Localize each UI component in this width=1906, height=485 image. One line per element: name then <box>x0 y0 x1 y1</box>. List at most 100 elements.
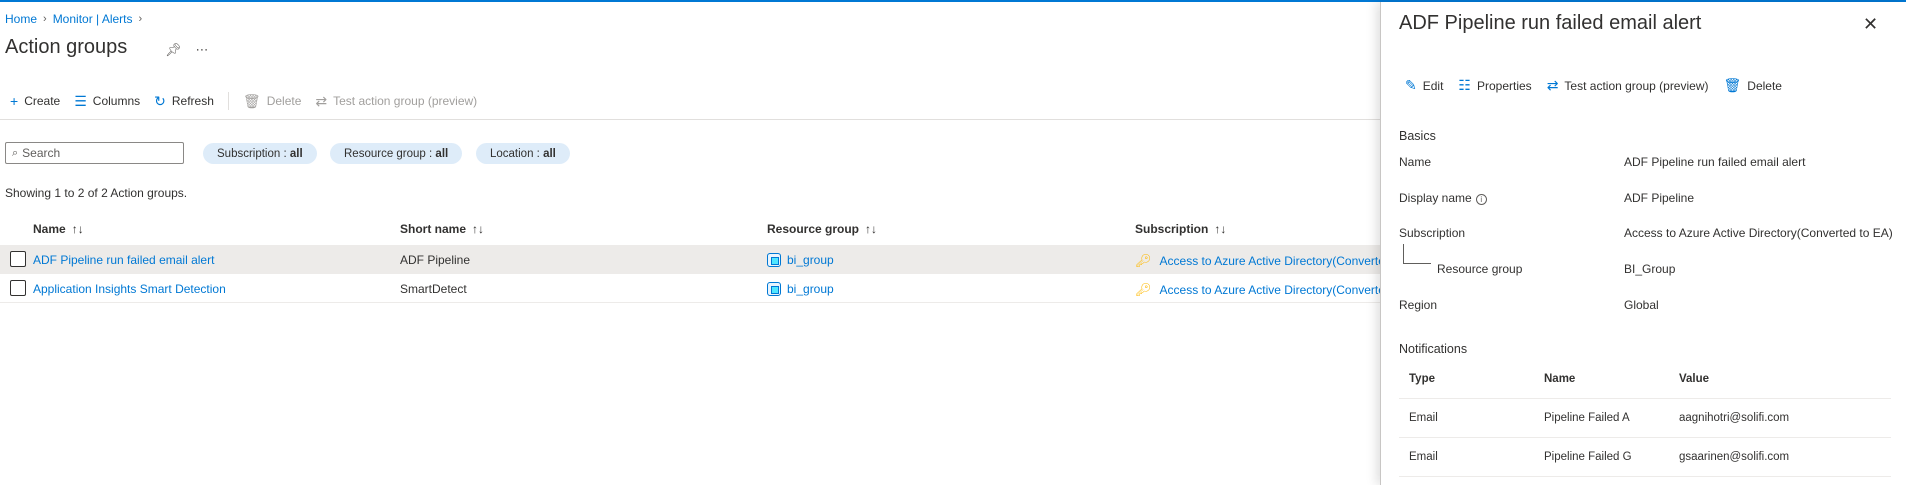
resource-group-icon <box>767 282 781 296</box>
action-groups-blade: Home › Monitor | Alerts › Action groups … <box>0 2 1392 485</box>
notification-name: Pipeline Failed G <box>1544 451 1632 463</box>
notification-name: Pipeline Failed A <box>1544 412 1630 424</box>
toolbar-separator <box>0 119 1380 120</box>
location-filter-label: Location : <box>490 147 540 160</box>
resource-group-label: Resource group <box>1437 262 1523 276</box>
columns-button[interactable]: ☰ Columns <box>74 93 140 110</box>
column-subscription-label: Subscription <box>1135 222 1209 236</box>
name-column-header: Name <box>1544 373 1576 385</box>
action-group-details-panel: ADF Pipeline run failed email alert ✕ ✎ … <box>1380 2 1906 485</box>
subscription-value: Access to Azure Active Directory(Convert… <box>1624 226 1893 240</box>
sort-icon: ↑↓ <box>865 222 878 236</box>
search-box: ⌕ <box>5 142 184 164</box>
notifications-header-row: Type Name Value <box>1399 360 1891 399</box>
delete-button[interactable]: 🗑︎ Delete <box>1724 77 1782 94</box>
panel-command-bar: ✎ Edit ☷ Properties ⇄ Test action group … <box>1405 77 1797 94</box>
column-header-subscription[interactable]: Subscription ↑↓ <box>1135 222 1226 236</box>
create-label: Create <box>24 94 61 108</box>
column-header-name[interactable]: Name ↑↓ <box>33 222 84 236</box>
delete-label: Delete <box>1747 78 1782 93</box>
command-bar: + Create ☰ Columns ↻ Refresh 🗑︎ Delete ⇄… <box>10 92 491 110</box>
row-name-link[interactable]: Application Insights Smart Detection <box>33 282 226 296</box>
row-checkbox[interactable] <box>10 280 26 296</box>
test-action-group-button[interactable]: ⇄ Test action group (preview) <box>1547 77 1709 94</box>
refresh-icon: ↻ <box>154 92 166 109</box>
name-label: Name <box>1399 155 1432 169</box>
resource-group-filter-label: Resource group : <box>344 147 433 160</box>
edit-button[interactable]: ✎ Edit <box>1405 77 1443 94</box>
notification-value: aagnihotri@solifi.com <box>1679 412 1790 424</box>
row-subscription[interactable]: 🔑︎ Access to Azure Active Directory(Conve… <box>1135 282 1392 298</box>
sort-icon: ↑↓ <box>472 222 485 236</box>
resource-group-filter-pill[interactable]: Resource group : all <box>330 143 463 164</box>
create-button[interactable]: + Create <box>10 93 60 109</box>
more-options-icon[interactable]: ⋯ <box>196 42 209 58</box>
resource-group-icon <box>767 253 781 267</box>
row-resource-group[interactable]: bi_group <box>767 253 834 267</box>
delete-button[interactable]: 🗑︎ Delete <box>243 93 301 110</box>
delete-label: Delete <box>266 94 302 108</box>
row-resource-group-link[interactable]: bi_group <box>787 253 834 267</box>
row-subscription-link[interactable]: Access to Azure Active Directory(Convert… <box>1160 254 1392 268</box>
region-value: Global <box>1624 298 1659 312</box>
resource-group-value: BI_Group <box>1624 262 1676 276</box>
chevron-right-icon: › <box>138 13 143 25</box>
column-name-label: Name <box>33 222 66 236</box>
notification-row: Email Pipeline Failed G gsaarinen@solifi… <box>1399 438 1891 477</box>
info-icon[interactable]: i <box>1475 194 1487 205</box>
sort-icon: ↑↓ <box>71 222 84 236</box>
refresh-label: Refresh <box>171 94 214 108</box>
search-icon: ⌕ <box>12 146 19 159</box>
row-resource-group-link[interactable]: bi_group <box>787 282 834 296</box>
pencil-icon: ✎ <box>1405 77 1417 93</box>
notifications-heading: Notifications <box>1399 342 1468 356</box>
title-actions: 📌︎ ⋯ <box>165 42 209 58</box>
breadcrumb: Home › Monitor | Alerts › <box>5 12 142 26</box>
row-name-link[interactable]: ADF Pipeline run failed email alert <box>33 253 214 267</box>
refresh-button[interactable]: ↻ Refresh <box>154 93 214 110</box>
display-name-label: Display name i <box>1399 191 1487 205</box>
edit-label: Edit <box>1422 78 1444 93</box>
row-checkbox[interactable] <box>10 251 26 267</box>
trash-icon: 🗑︎ <box>242 92 261 109</box>
subscription-filter-label: Subscription : <box>217 147 287 160</box>
swap-arrows-icon: ⇄ <box>315 92 328 109</box>
column-header-resource-group[interactable]: Resource group ↑↓ <box>767 222 877 236</box>
name-value: ADF Pipeline run failed email alert <box>1624 155 1806 169</box>
toolbar-divider <box>227 92 229 110</box>
breadcrumb-monitor-alerts[interactable]: Monitor | Alerts <box>53 12 133 26</box>
close-icon[interactable]: ✕ <box>1863 14 1878 35</box>
value-column-header: Value <box>1679 373 1710 385</box>
type-column-header: Type <box>1409 373 1435 385</box>
row-short-name: SmartDetect <box>400 282 467 296</box>
table-row[interactable]: ADF Pipeline run failed email alert ADF … <box>0 245 1392 274</box>
page-title: Action groups <box>5 36 128 58</box>
swap-arrows-icon: ⇄ <box>1546 77 1559 93</box>
sort-icon: ↑↓ <box>1214 222 1227 236</box>
subscription-filter-pill[interactable]: Subscription : all <box>203 143 317 164</box>
location-filter-value: all <box>543 147 556 160</box>
test-action-group-button[interactable]: ⇄ Test action group (preview) <box>315 93 477 110</box>
notification-type: Email <box>1409 451 1438 463</box>
subscription-label: Subscription <box>1399 226 1466 240</box>
grid-header: Name ↑↓ Short name ↑↓ Resource group ↑↓ Sub… <box>0 222 1380 242</box>
row-subscription-link[interactable]: Access to Azure Active Directory(Convert… <box>1160 283 1392 297</box>
tree-connector <box>1403 244 1431 264</box>
search-input[interactable] <box>22 146 173 160</box>
resource-group-filter-value: all <box>435 147 449 160</box>
table-row[interactable]: Application Insights Smart Detection Sma… <box>0 274 1392 303</box>
row-subscription[interactable]: 🔑︎ Access to Azure Active Directory(Conve… <box>1135 253 1392 269</box>
properties-button[interactable]: ☷ Properties <box>1458 77 1531 94</box>
panel-title: ADF Pipeline run failed email alert <box>1399 12 1702 34</box>
notification-type: Email <box>1409 412 1438 424</box>
chevron-right-icon: › <box>43 13 47 25</box>
breadcrumb-home[interactable]: Home <box>5 12 37 26</box>
properties-label: Properties <box>1476 78 1532 93</box>
column-short-name-label: Short name <box>400 222 467 236</box>
subscription-filter-value: all <box>289 147 303 160</box>
row-resource-group[interactable]: bi_group <box>767 282 834 296</box>
pin-icon[interactable]: 📌︎ <box>165 42 182 58</box>
column-header-short-name[interactable]: Short name ↑↓ <box>400 222 484 236</box>
display-name-label-text: Display name <box>1399 191 1472 205</box>
location-filter-pill[interactable]: Location : all <box>476 143 570 164</box>
